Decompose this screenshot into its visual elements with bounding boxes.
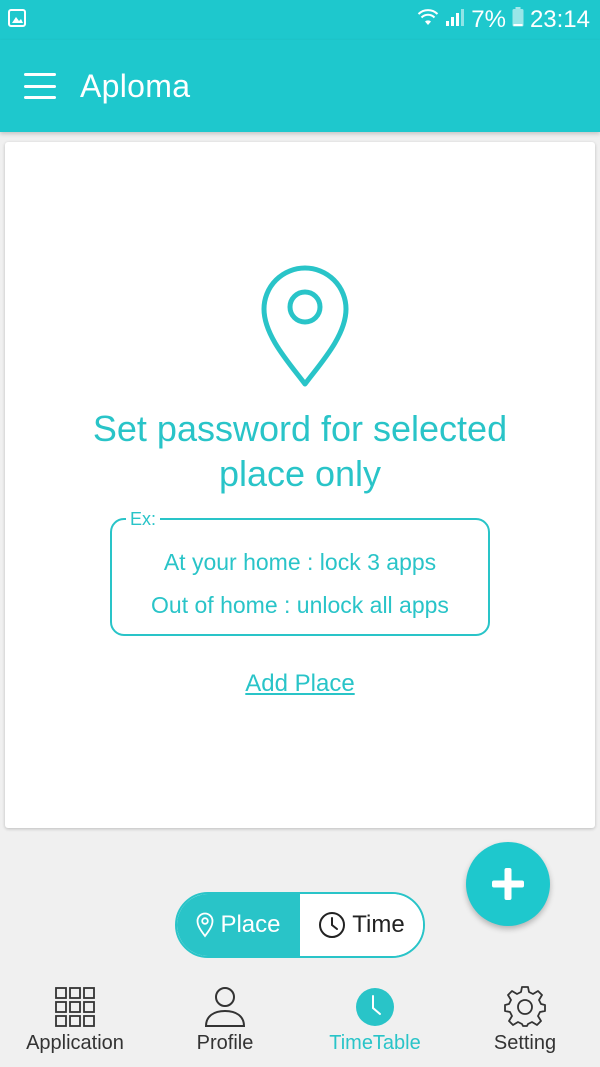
battery-percent: 7% [471,6,506,33]
headline-line-1: Set password for selected [92,408,508,449]
place-time-toggle: Place Time [175,892,425,958]
headline: Set password for selected place only [5,406,595,496]
grid-icon [54,986,96,1028]
toggle-time[interactable]: Time [300,894,423,956]
nav-item-profile[interactable]: Profile [150,972,300,1067]
nav-label-timetable: TimeTable [329,1032,421,1054]
add-place-link[interactable]: Add Place [5,670,595,698]
wifi-icon [417,6,439,34]
gear-icon [504,986,546,1028]
location-small-icon [197,912,214,938]
status-right: 7% 23:14 [417,6,590,34]
nav-label-profile: Profile [196,1032,254,1054]
nav-item-timetable[interactable]: TimeTable [300,972,450,1067]
nav-label-setting: Setting [493,1032,557,1054]
clock-time: 23:14 [529,6,590,33]
status-left [8,8,26,32]
nav-label-application: Application [26,1032,124,1054]
add-fab-button[interactable] [466,842,550,926]
place-card: Set password for selected place only Ex:… [5,142,595,828]
clock-icon [354,986,396,1028]
battery-icon [512,6,524,34]
toggle-place[interactable]: Place [177,894,300,956]
nav-item-setting[interactable]: Setting [450,972,600,1067]
person-icon [204,986,246,1028]
location-pin-icon [261,265,349,387]
status-bar: 7% 23:14 [0,0,600,40]
example-label: Ex: [126,508,161,530]
clock-small-icon [319,912,346,938]
hamburger-menu-icon[interactable] [24,73,56,99]
app-title: Aploma [80,67,191,104]
gallery-notification-icon [8,8,26,32]
bottom-nav: Application Profile TimeTable Setting [0,972,600,1067]
nav-item-application[interactable]: Application [0,972,150,1067]
toggle-time-label: Time [352,911,405,938]
app-bar: Aploma [0,40,600,132]
signal-icon [445,6,465,34]
example-line-home: At your home : lock 3 apps [163,549,437,575]
headline-line-2: place only [218,453,382,494]
plus-icon [492,868,524,900]
toggle-place-label: Place [220,911,281,938]
example-box: Ex: At your home : lock 3 apps Out of ho… [110,508,490,636]
example-line-out-of-home: Out of home : unlock all apps [151,592,449,618]
